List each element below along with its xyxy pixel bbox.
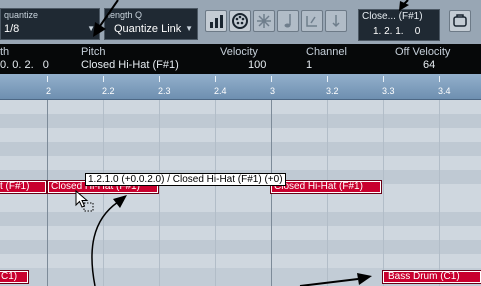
callout-arrows (91, 0, 409, 286)
